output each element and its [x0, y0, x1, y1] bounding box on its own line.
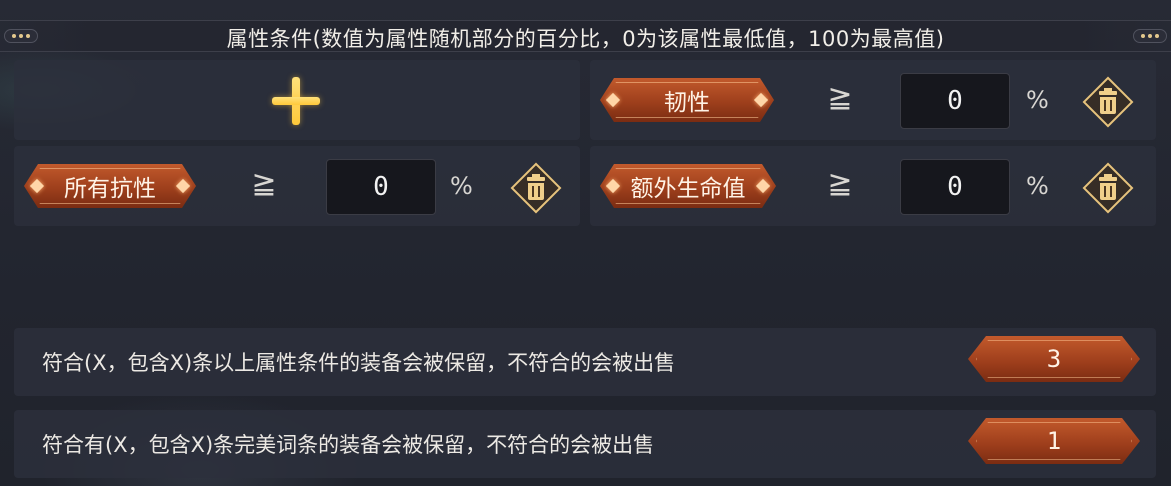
unit-label: % [450, 172, 473, 200]
operator-label: ≧ [827, 80, 853, 115]
attribute-label: 额外生命值 [630, 176, 746, 202]
count-value: 3 [1046, 345, 1062, 373]
value-input[interactable]: 0 [326, 159, 436, 215]
unit-label: % [1026, 172, 1049, 200]
rule-text: 符合(X，包含X)条以上属性条件的装备会被保留，不符合的会被出售 [42, 351, 676, 375]
count-selector-button[interactable]: 3 [968, 336, 1140, 382]
plus-icon[interactable] [268, 73, 324, 129]
attribute-select-button[interactable]: 额外生命值 [600, 164, 776, 208]
operator-label: ≧ [827, 166, 853, 201]
attribute-label: 韧性 [664, 90, 710, 116]
attribute-select-button[interactable]: 韧性 [600, 78, 774, 122]
unit-label: % [1026, 86, 1049, 114]
attribute-select-button[interactable]: 所有抗性 [24, 164, 196, 208]
count-selector-button[interactable]: 1 [968, 418, 1140, 464]
trash-icon[interactable] [510, 162, 562, 214]
trash-icon[interactable] [1082, 76, 1134, 128]
operator-label: ≧ [251, 166, 277, 201]
rule-text: 符合有(X，包含X)条完美词条的装备会被保留，不符合的会被出售 [42, 433, 655, 457]
attribute-label: 所有抗性 [64, 176, 156, 202]
trash-icon[interactable] [1082, 162, 1134, 214]
value-input[interactable]: 0 [900, 73, 1010, 129]
header-bar: 属性条件(数值为属性随机部分的百分比，0为该属性最低值，100为最高值) [0, 20, 1171, 52]
count-value: 1 [1046, 427, 1062, 455]
page-title: 属性条件(数值为属性随机部分的百分比，0为该属性最低值，100为最高值) [226, 27, 945, 51]
dots-icon [1133, 29, 1167, 43]
value-input[interactable]: 0 [900, 159, 1010, 215]
